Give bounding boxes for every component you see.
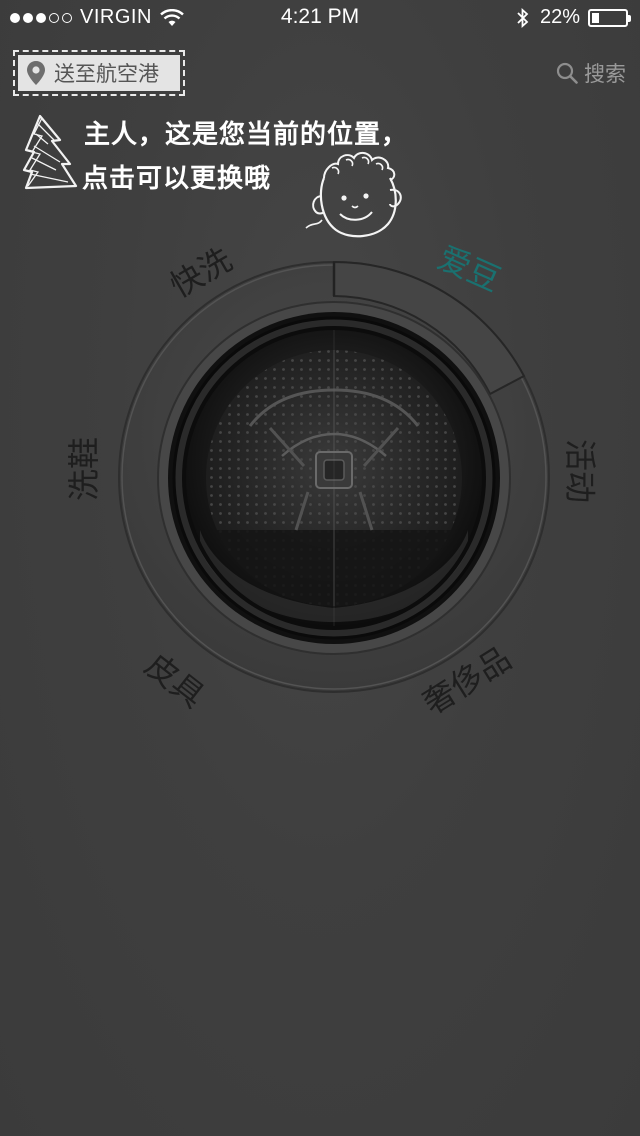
location-selector[interactable]: 送至航空港	[13, 50, 185, 96]
status-bar: VIRGIN 4:21 PM 22%	[0, 0, 640, 36]
location-pill[interactable]: 送至航空港	[18, 55, 180, 91]
location-pin-icon	[27, 61, 45, 85]
washer-dial[interactable]: 快洗 爱豆 活动 奢侈品 皮具 洗鞋	[0, 230, 640, 750]
dial-item-shoe-wash[interactable]: 洗鞋	[59, 437, 105, 501]
battery-level-fill	[592, 12, 599, 23]
location-text: 送至航空港	[54, 62, 159, 86]
bluetooth-icon	[517, 7, 529, 28]
search-label: 搜索	[584, 62, 626, 86]
search-button[interactable]: 搜索	[556, 58, 626, 88]
washer-home-screen: VIRGIN 4:21 PM 22% 送至航空港 搜索 主人，这是您当前的位置，…	[0, 0, 640, 1136]
dial-item-activity[interactable]: 活动	[559, 439, 605, 503]
location-hint-line1: 主人，这是您当前的位置，	[84, 120, 409, 150]
smiling-face-doodle-icon	[305, 152, 402, 238]
hand-drawn-arrow-icon	[22, 114, 78, 190]
battery-icon	[588, 8, 631, 27]
location-hint-line2: 点击可以更换哦	[82, 164, 272, 194]
status-right: 22%	[516, 6, 631, 29]
battery-percent: 22%	[539, 6, 580, 28]
search-icon	[556, 62, 578, 84]
